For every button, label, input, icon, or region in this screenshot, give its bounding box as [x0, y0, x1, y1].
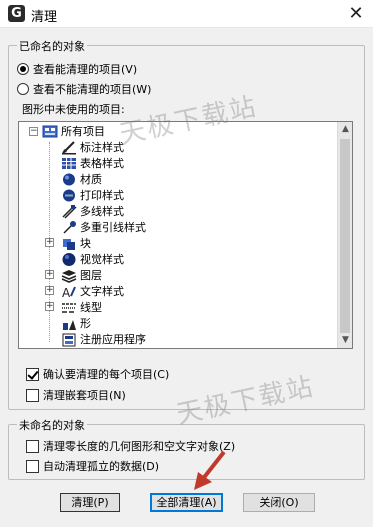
tree-item-label: 标注样式: [80, 141, 124, 154]
linetype-icon: [62, 302, 76, 313]
radio-button-unchecked[interactable]: [17, 83, 29, 95]
all-items-icon: [42, 125, 58, 137]
tree-item[interactable]: 图层: [61, 267, 102, 283]
tree-item[interactable]: 表格样式: [61, 155, 124, 171]
plot-style-icon: [63, 189, 75, 201]
tree-item[interactable]: 形: [61, 315, 91, 331]
tree-content: − 所有项目 标注样式表格样式材质打印样式多线样式多重引线样式 + 块视觉样式 + 图层…: [19, 122, 337, 348]
tree-item-label: 材质: [80, 173, 102, 186]
unnamed-objects-group-label: 未命名的对象: [17, 417, 87, 433]
tree-root-item[interactable]: − 所有项目: [29, 123, 105, 139]
tree-item[interactable]: 块: [61, 235, 91, 251]
regapp-icon: [62, 333, 76, 346]
tree-item-label: 线型: [80, 301, 102, 314]
app-logo-icon: G: [8, 5, 25, 22]
radio-view-purgeable-label: 查看能清理的项目(V): [33, 63, 138, 76]
tree-item[interactable]: A 文字样式: [61, 283, 124, 299]
tree-item-label: 表格样式: [80, 157, 124, 170]
orphan-data-checkbox[interactable]: 自动清理孤立的数据(D): [26, 458, 159, 474]
collapse-icon[interactable]: −: [29, 126, 38, 136]
tree-item-label: 打印样式: [80, 189, 124, 202]
shape-icon: [63, 319, 76, 330]
radio-view-purgeable[interactable]: 查看能清理的项目(V): [17, 61, 137, 77]
multileader-style-icon: [63, 220, 76, 234]
expand-icon[interactable]: +: [45, 238, 54, 247]
purge-button[interactable]: 清理(P): [60, 493, 120, 512]
purge-all-button[interactable]: 全部清理(A): [150, 493, 223, 512]
tree-item[interactable]: 打印样式: [61, 187, 124, 203]
tree-item[interactable]: 标注样式: [61, 139, 124, 155]
close-icon[interactable]: ✕: [343, 2, 369, 26]
tree-item-label: 多重引线样式: [80, 221, 146, 234]
zero-length-label: 清理零长度的几何图形和空文字对象(Z): [43, 440, 236, 453]
radio-view-nonpurgeable[interactable]: 查看不能清理的项目(W): [17, 81, 151, 97]
confirm-each-label: 确认要清理的每个项目(C): [43, 368, 170, 381]
checkbox-unchecked[interactable]: [26, 459, 39, 473]
confirm-each-checkbox[interactable]: 确认要清理的每个项目(C): [26, 366, 169, 382]
tree-item-label: 形: [80, 317, 91, 330]
scroll-up-icon[interactable]: ▲: [338, 122, 352, 137]
tree-item[interactable]: 多线样式: [61, 203, 124, 219]
tree-item[interactable]: 多重引线样式: [61, 219, 146, 235]
orphan-data-label: 自动清理孤立的数据(D): [43, 460, 160, 473]
expand-icon[interactable]: +: [45, 270, 54, 279]
svg-text:A: A: [62, 286, 71, 299]
title-bar: G 清理 ✕: [0, 0, 373, 28]
named-objects-group-label: 已命名的对象: [17, 38, 87, 54]
checkbox-checked[interactable]: [26, 367, 39, 381]
tree-item-label: 文字样式: [80, 285, 124, 298]
tree-item[interactable]: 注册应用程序: [61, 331, 146, 347]
tree-item[interactable]: 线型: [61, 299, 102, 315]
dimension-style-icon: [62, 140, 76, 154]
radio-button-checked[interactable]: [17, 63, 29, 75]
unused-items-label: 图形中未使用的项目:: [22, 103, 125, 116]
tree-item-label: 块: [80, 237, 91, 250]
purge-nested-checkbox[interactable]: 清理嵌套项目(N): [26, 387, 126, 403]
tree-item-label: 视觉样式: [80, 253, 124, 266]
block-icon: [63, 238, 75, 250]
purge-nested-label: 清理嵌套项目(N): [43, 389, 126, 402]
tree-scrollbar[interactable]: ▲ ▼: [337, 122, 352, 348]
tree-item[interactable]: 材质: [61, 171, 102, 187]
checkbox-unchecked[interactable]: [26, 439, 39, 453]
layer-icon: [61, 269, 77, 283]
tree-item-label: 多线样式: [80, 205, 124, 218]
expand-icon[interactable]: +: [45, 286, 54, 295]
expand-icon[interactable]: +: [45, 302, 54, 311]
checkbox-unchecked[interactable]: [26, 388, 39, 402]
window-title: 清理: [31, 10, 58, 25]
visual-style-icon: [62, 252, 76, 266]
scrollbar-thumb[interactable]: [340, 139, 350, 333]
tree-item-label: 图层: [80, 269, 102, 282]
close-button[interactable]: 关闭(O): [243, 493, 315, 512]
tree-root-label: 所有项目: [61, 125, 105, 138]
unused-items-tree[interactable]: − 所有项目 标注样式表格样式材质打印样式多线样式多重引线样式 + 块视觉样式 + 图层…: [18, 121, 353, 349]
text-style-icon: A: [62, 286, 76, 299]
radio-view-nonpurgeable-label: 查看不能清理的项目(W): [33, 83, 152, 96]
zero-length-checkbox[interactable]: 清理零长度的几何图形和空文字对象(Z): [26, 438, 235, 454]
scroll-down-icon[interactable]: ▼: [338, 333, 352, 348]
tree-item[interactable]: 视觉样式: [61, 251, 124, 267]
tree-item-label: 注册应用程序: [80, 333, 146, 346]
table-style-icon: [62, 157, 76, 169]
multiline-style-icon: [62, 204, 77, 219]
material-icon: [63, 173, 75, 185]
